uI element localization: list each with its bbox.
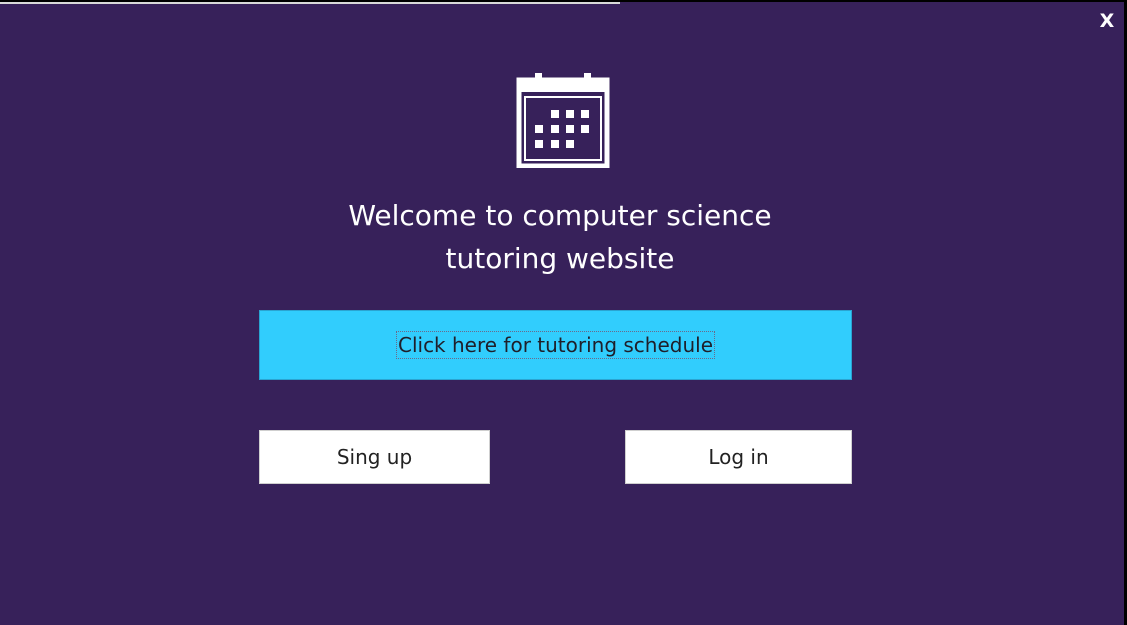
welcome-heading: Welcome to computer science tutoring web…: [300, 194, 820, 280]
welcome-line-2: tutoring website: [445, 242, 675, 275]
welcome-window: X Welcome to computer science tutoring w…: [0, 0, 1124, 625]
log-in-button[interactable]: Log in: [625, 430, 852, 484]
welcome-line-1: Welcome to computer science: [348, 199, 772, 232]
tutoring-schedule-label: Click here for tutoring schedule: [395, 331, 716, 359]
sign-up-button[interactable]: Sing up: [259, 430, 490, 484]
tutoring-schedule-button[interactable]: Click here for tutoring schedule: [259, 310, 852, 380]
close-button[interactable]: X: [1096, 8, 1118, 34]
title-strip: [0, 2, 620, 4]
calendar-icon: [516, 73, 610, 168]
